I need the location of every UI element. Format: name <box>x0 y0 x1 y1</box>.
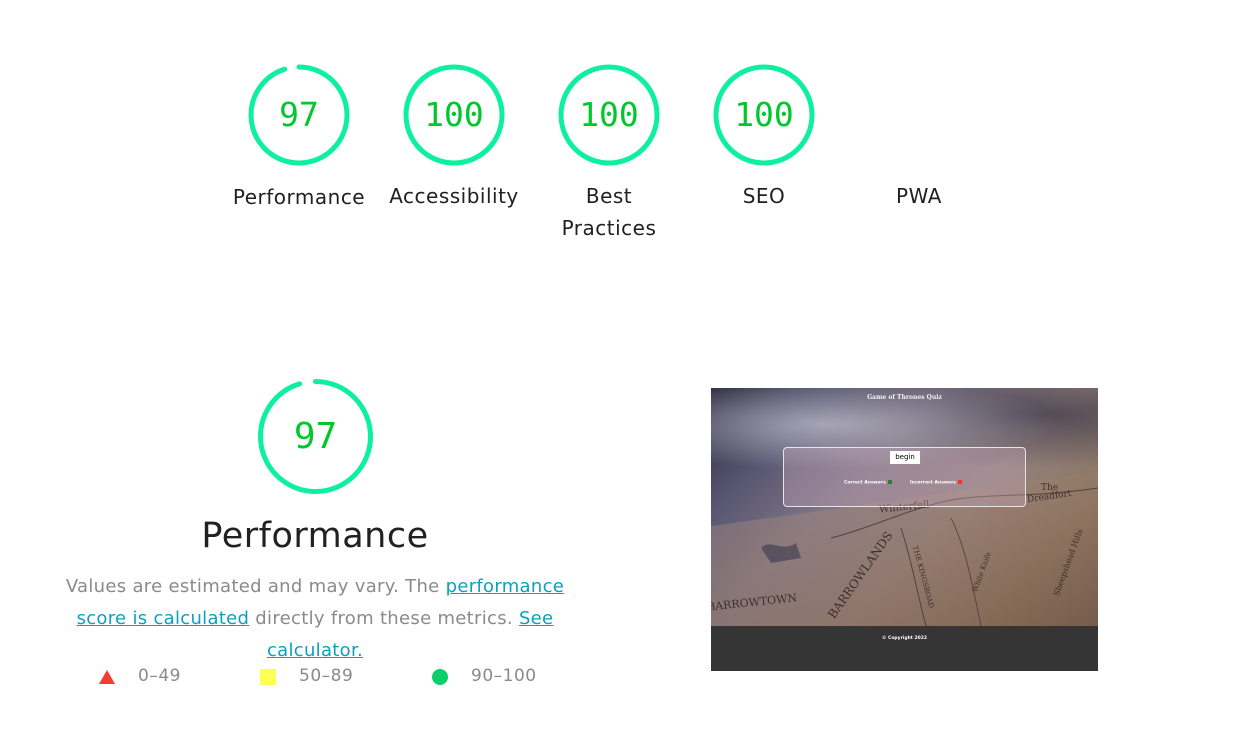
site-title: Game of Thrones Quiz <box>867 394 942 401</box>
gauge-label-best-practices-line2: Practices <box>561 216 657 240</box>
circle-icon <box>432 669 448 685</box>
quiz-box: begin Correct Answers Incorrect Answers <box>783 447 1026 507</box>
legend-pass: 90–100 <box>431 664 571 688</box>
final-screenshot[interactable]: Winterfell The Dreadfort BARROWLANDS THE… <box>711 388 1098 671</box>
gauge-score-accessibility: 100 <box>424 95 484 134</box>
gauge-label-seo: SEO <box>742 184 786 208</box>
gauge-pwa[interactable] <box>867 63 971 167</box>
legend-average: 50–89 <box>259 664 389 688</box>
legend-fail: 0–49 <box>98 664 218 688</box>
gauge-seo[interactable]: 100 <box>712 63 816 167</box>
site-footer: © Copyright 2022 <box>711 626 1098 671</box>
gauge-score-best-practices: 100 <box>579 95 639 134</box>
gauge-accessibility[interactable]: 100 <box>402 63 506 167</box>
legend-range-fail: 0–49 <box>138 666 181 686</box>
begin-button[interactable]: begin <box>890 451 920 464</box>
gauge-label-pwa: PWA <box>896 184 942 208</box>
performance-large-gauge: 97 <box>257 378 374 495</box>
square-icon <box>260 669 276 685</box>
gauge-performance[interactable]: 97 <box>247 63 351 167</box>
incorrect-answers-label: Incorrect Answers <box>910 480 956 486</box>
performance-title: Performance <box>201 516 429 556</box>
gauge-score-performance: 97 <box>279 95 319 134</box>
correct-indicator <box>887 480 892 484</box>
desc-text-2: directly from these metrics. <box>249 608 519 629</box>
incorrect-answers: Incorrect Answers <box>910 480 962 486</box>
legend-range-pass: 90–100 <box>471 666 537 686</box>
gauge-label-accessibility: Accessibility <box>389 184 519 208</box>
gauge-score-seo: 100 <box>734 95 794 134</box>
gauge-best-practices[interactable]: 100 <box>557 63 661 167</box>
triangle-icon <box>99 670 115 684</box>
correct-answers: Correct Answers <box>844 480 892 486</box>
copyright-text: © Copyright 2022 <box>881 636 928 641</box>
performance-description: Values are estimated and may vary. The p… <box>50 571 580 667</box>
gauge-label-best-practices: Best Practices <box>529 180 689 244</box>
desc-text-1: Values are estimated and may vary. The <box>65 576 446 597</box>
gauge-label-best-practices-line1: Best <box>585 184 633 208</box>
gauge-label-performance: Performance <box>232 185 366 209</box>
legend-range-average: 50–89 <box>299 666 354 686</box>
correct-answers-label: Correct Answers <box>844 480 886 486</box>
incorrect-indicator <box>957 480 962 484</box>
performance-large-score: 97 <box>293 416 338 457</box>
